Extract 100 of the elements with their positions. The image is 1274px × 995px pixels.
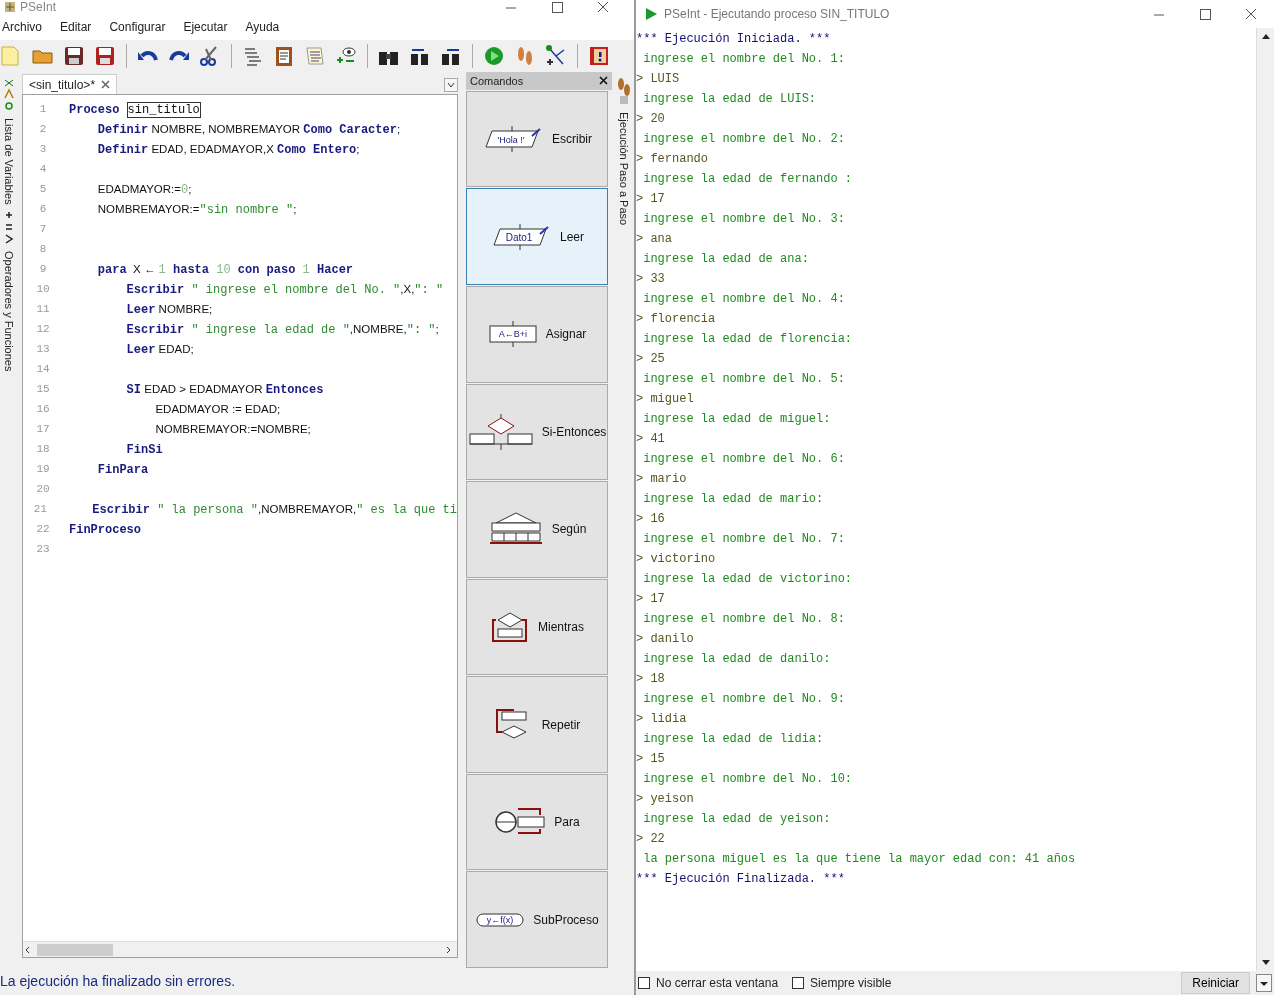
code-line: NOMBREMAYOR:="sin nombre ";: [96, 202, 297, 219]
menu-item[interactable]: Ejecutar: [181, 18, 236, 36]
line-number: 22: [35, 522, 51, 537]
console-line: ingrese la edad de victorino:: [642, 571, 854, 588]
line-number: 8: [38, 242, 48, 257]
line-number: 13: [35, 342, 51, 357]
code-line: Escribir " ingrese la edad de ",NOMBRE,": ";: [125, 322, 439, 339]
console-line: ingrese la edad de ana:: [642, 251, 810, 268]
menu-item[interactable]: Editar: [58, 18, 100, 36]
close-icon[interactable]: [101, 80, 111, 89]
line-number: 6: [38, 202, 48, 217]
console-line: > 25: [636, 351, 666, 368]
console-line: > 15: [636, 751, 666, 768]
console-line: > lidia: [636, 711, 688, 728]
loop-shape-icon: [490, 611, 530, 643]
line-number: 10: [35, 282, 51, 297]
code-line: Proceso sin_titulo: [68, 101, 201, 119]
scroll-up-icon[interactable]: [1260, 32, 1271, 40]
console-line: ingrese el nombre del No. 1:: [642, 51, 846, 68]
panel-title: Comandos: [470, 73, 524, 89]
code-line: Escribir " la persona ",NOMBREMAYOR," es la que ti: [91, 502, 457, 519]
menu-item[interactable]: Configurar: [107, 18, 174, 36]
console-line: ingrese la edad de yeison:: [642, 811, 832, 828]
console-line: > yeison: [636, 791, 695, 808]
file-tab[interactable]: <sin_titulo>*: [22, 74, 118, 94]
variables-icon[interactable]: [2, 78, 16, 112]
command-button[interactable]: Si-Entonces: [466, 383, 608, 481]
code-line: FinProceso: [68, 522, 141, 539]
console-line: ingrese la edad de fernando :: [642, 171, 854, 188]
line-number: 5: [38, 182, 48, 197]
side-tab[interactable]: Operadores y Funciones: [0, 250, 18, 372]
code-line: Escribir " ingrese el nombre del No. ",X,": ": [125, 282, 444, 299]
code-line: Leer NOMBRE;: [125, 302, 213, 319]
play-icon: [644, 7, 658, 21]
side-tab[interactable]: Lista de Variables: [0, 118, 18, 205]
close-icon[interactable]: [599, 76, 608, 86]
app-logo-icon: [4, 1, 16, 13]
scroll-down-icon[interactable]: [1260, 959, 1271, 967]
code-line: EDADMAYOR:=0;: [96, 182, 192, 199]
line-number: 17: [35, 422, 51, 437]
code-line: Leer EDAD;: [125, 342, 194, 359]
console-line: > 20: [636, 111, 666, 128]
subprocess-shape-icon: y←f(x): [475, 910, 526, 929]
checkbox-label[interactable]: No cerrar esta ventana: [656, 974, 779, 992]
command-button[interactable]: y←f(x) SubProceso: [466, 871, 608, 968]
console-line: *** Ejecución Finalizada. ***: [636, 871, 846, 888]
command-button[interactable]: Repetir: [466, 676, 608, 773]
command-button[interactable]: Según: [466, 481, 608, 578]
help-book-icon[interactable]: [587, 44, 611, 68]
console-line: > danilo: [636, 631, 695, 648]
scrollbar-thumb[interactable]: [37, 943, 113, 956]
dropdown-icon[interactable]: [1256, 974, 1272, 992]
checkbox[interactable]: [638, 977, 650, 989]
code-line: FinSi: [125, 442, 163, 459]
console-line: > 22: [636, 831, 666, 848]
console-line: > 16: [636, 511, 666, 528]
window-title: PSeInt - Ejecutando proceso SIN_TITULO: [664, 6, 890, 23]
code-line: NOMBREMAYOR:=NOMBRE;: [154, 422, 311, 437]
console-line: ingrese el nombre del No. 7:: [642, 531, 846, 548]
status-message: La ejecución ha finalizado sin errores.: [0, 971, 236, 991]
window-title: PSeInt: [20, 1, 57, 13]
command-button[interactable]: A←B+i Asignar: [466, 286, 608, 383]
command-button[interactable]: Para: [466, 773, 608, 871]
menu-item[interactable]: Ayuda: [243, 18, 288, 36]
console-line: ingrese la edad de mario:: [642, 491, 825, 508]
console-line: ingrese la edad de LUIS:: [642, 91, 818, 108]
restart-button[interactable]: Reiniciar: [1181, 972, 1250, 994]
console-line: > 41: [636, 431, 666, 448]
line-number: 12: [35, 322, 51, 337]
console-line: ingrese el nombre del No. 6:: [642, 451, 846, 468]
footprints-icon[interactable]: [616, 76, 632, 106]
code-line: Definir EDAD, EDADMAYOR,X Como Entero;: [96, 142, 360, 159]
console-line: > mario: [636, 471, 688, 488]
console-line: ingrese la edad de florencia:: [642, 331, 854, 348]
console-line: ingrese el nombre del No. 5:: [642, 371, 846, 388]
checkbox-label[interactable]: Siempre visible: [810, 974, 892, 992]
checkbox[interactable]: [792, 977, 805, 989]
command-button[interactable]: Dato1 Leer: [466, 188, 608, 286]
line-number: 18: [35, 442, 51, 457]
console-line: ingrese el nombre del No. 2:: [642, 131, 846, 148]
line-number: 15: [35, 382, 51, 397]
decision-shape-icon: [467, 413, 534, 450]
console-line: ingrese la edad de danilo:: [642, 651, 832, 668]
side-tab[interactable]: Ejecución Paso a Paso: [615, 112, 633, 226]
code-line: SI EDAD > EDADMAYOR Entonces: [125, 382, 324, 399]
line-number: 2: [38, 122, 48, 137]
console-line: ingrese el nombre del No. 8:: [642, 611, 846, 628]
line-number: 19: [35, 462, 51, 477]
play-icon[interactable]: [482, 44, 506, 68]
line-number: 9: [38, 262, 48, 277]
line-number: 16: [35, 402, 51, 417]
command-button[interactable]: 'Hola !' Escribir: [466, 90, 608, 188]
console-line: > 33: [636, 271, 666, 288]
menu-item[interactable]: Archivo: [0, 18, 50, 36]
line-number: 11: [35, 302, 51, 317]
line-number: 23: [35, 542, 51, 557]
line-number: 14: [35, 362, 51, 377]
console-line: > 17: [636, 591, 666, 608]
console-line: > ana: [636, 231, 673, 248]
command-button[interactable]: Mientras: [466, 578, 608, 676]
